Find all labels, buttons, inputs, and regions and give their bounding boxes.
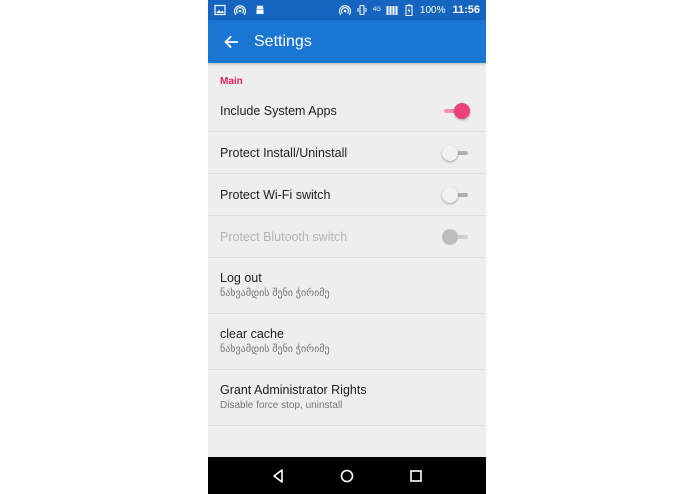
include-system-apps-switch[interactable]: [442, 102, 470, 119]
status-right-icons: 4G 100% 11:56: [338, 4, 480, 16]
protect-wifi-switch[interactable]: [442, 186, 470, 203]
pref-summary: ნახვამდის შენი ჭირიმე: [220, 344, 330, 355]
pref-title: Include System Apps: [220, 103, 337, 118]
status-left-icons: [214, 4, 266, 16]
nav-home-button[interactable]: [337, 466, 357, 486]
switch-thumb: [454, 102, 470, 119]
back-triangle-icon: [273, 468, 284, 483]
pref-protect-install-uninstall[interactable]: Protect Install/Uninstall: [208, 132, 486, 174]
clock: 11:56: [452, 4, 480, 16]
nav-back-button[interactable]: [268, 466, 288, 486]
recents-square-icon: [409, 469, 422, 482]
battery-icon: [403, 4, 415, 16]
nav-recents-button[interactable]: [406, 466, 426, 486]
page-title: Settings: [254, 32, 312, 50]
pref-title: clear cache: [220, 327, 284, 341]
android-icon: [254, 4, 266, 16]
pref-clear-cache[interactable]: clear cache ნახვამდის შენი ჭირიმე: [208, 314, 486, 370]
vibrate-icon: [356, 4, 368, 16]
settings-list: Main Include System Apps Protect Install…: [208, 63, 486, 426]
protect-install-switch[interactable]: [442, 144, 470, 161]
pref-title: Grant Administrator Rights: [220, 383, 367, 397]
pref-log-out[interactable]: Log out ნახვამდის შენი ჭირიმე: [208, 258, 486, 314]
pref-include-system-apps[interactable]: Include System Apps: [208, 90, 486, 132]
back-button[interactable]: [208, 20, 254, 63]
switch-thumb: [442, 228, 458, 245]
network-type-label: 4G: [372, 7, 381, 13]
battery-percent: 100%: [419, 4, 446, 16]
arrow-back-icon: [224, 35, 238, 48]
phone-screen: 4G 100% 11:56 Settings Main Include Syst…: [208, 0, 486, 494]
hotspot-icon: [338, 4, 351, 16]
pref-title: Protect Blutooth switch: [220, 229, 348, 244]
switch-thumb: [442, 186, 458, 203]
pref-title: Protect Install/Uninstall: [220, 145, 348, 160]
protect-bluetooth-switch: [442, 228, 470, 245]
navigation-bar: [208, 457, 486, 494]
pref-summary: ნახვამდის შენი ჭირიმე: [220, 288, 330, 299]
status-bar: 4G 100% 11:56: [208, 0, 486, 20]
section-header: Main: [220, 76, 243, 87]
hotspot-icon: [234, 4, 246, 16]
pref-title: Log out: [220, 271, 262, 285]
home-circle-icon: [340, 469, 354, 482]
pref-protect-wifi-switch[interactable]: Protect Wi-Fi switch: [208, 174, 486, 216]
image-icon: [214, 4, 226, 16]
switch-thumb: [442, 144, 458, 161]
pref-protect-bluetooth-switch: Protect Blutooth switch: [208, 216, 486, 258]
pref-grant-admin-rights[interactable]: Grant Administrator Rights Disable force…: [208, 370, 486, 426]
pref-summary: Disable force stop, uninstall: [220, 400, 343, 411]
app-toolbar: Settings: [208, 20, 486, 63]
pref-title: Protect Wi-Fi switch: [220, 187, 331, 202]
signal-icon: [386, 4, 398, 16]
